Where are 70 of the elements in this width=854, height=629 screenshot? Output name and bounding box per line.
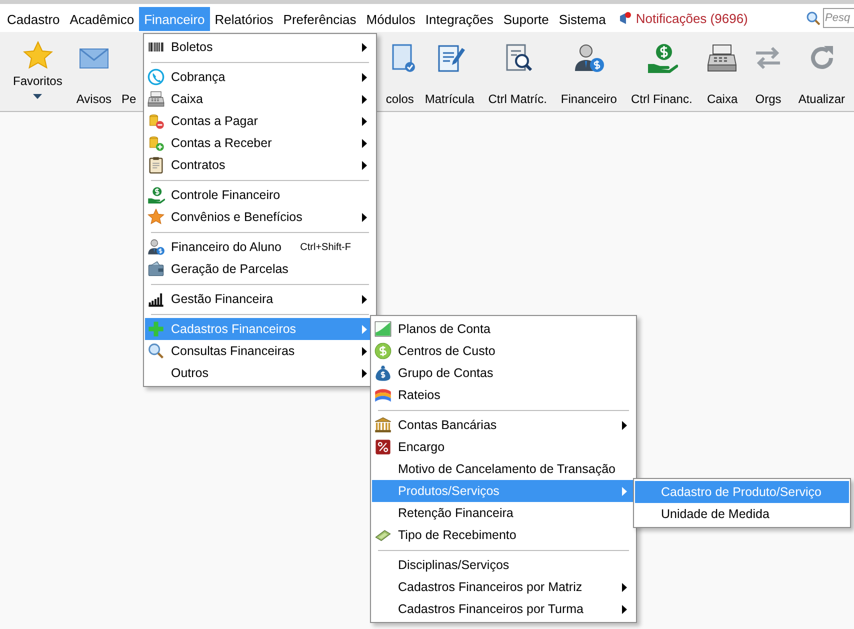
menu-item[interactable]: Tipo de Recebimento — [372, 524, 635, 546]
hand-dollar-icon — [646, 42, 678, 74]
menu-item[interactable]: Controle Financeiro — [145, 184, 375, 206]
menu-item[interactable]: Grupo de Contas — [372, 362, 635, 384]
menu-item[interactable]: Rateios — [372, 384, 635, 406]
hand-dollar-icon — [147, 186, 165, 204]
menu-item[interactable]: Cadastros Financeiros por Turma — [372, 598, 635, 620]
toolbar-button[interactable]: Favoritos — [6, 32, 70, 111]
area-chart-icon — [374, 320, 392, 338]
stripes-icon — [374, 386, 392, 404]
shortcut-label: Ctrl+Shift-F — [300, 242, 351, 252]
menu-item[interactable]: Disciplinas/Serviços — [372, 554, 635, 576]
dollar-coin-icon — [374, 342, 392, 360]
cash-register-icon — [147, 90, 165, 108]
notifications-link[interactable]: Notificações (9696) — [636, 10, 748, 26]
menu-item[interactable]: Consultas Financeiras — [145, 340, 375, 362]
toolbar-button[interactable]: Matrícula — [418, 32, 482, 111]
cash-register-icon — [706, 42, 738, 74]
menu-bar-item[interactable]: Acadêmico — [64, 7, 140, 31]
menu-item[interactable]: Encargo — [372, 436, 635, 458]
toolbar-button[interactable]: colos — [386, 32, 418, 111]
menu-bar-item[interactable]: Suporte — [498, 7, 554, 31]
menu-item[interactable]: Financeiro do Aluno Ctrl+Shift-F — [145, 236, 375, 258]
toolbar-button[interactable]: Atualizar — [791, 32, 852, 111]
toolbar-button[interactable]: Financeiro — [554, 32, 624, 111]
star-icon — [147, 208, 165, 226]
plus-icon — [147, 320, 165, 338]
toolbar-button[interactable]: Caixa — [699, 32, 746, 111]
menu-item[interactable]: Boletos — [145, 36, 375, 58]
toolbar-button[interactable]: Pe — [118, 32, 136, 111]
menu-item[interactable]: Gestão Financeira — [145, 288, 375, 310]
menu-bar-item[interactable]: Cadastro — [2, 7, 65, 31]
coins-minus-icon — [147, 112, 165, 130]
notification-icon — [618, 12, 631, 24]
toolbar-button[interactable]: Ctrl Financ. — [624, 32, 700, 111]
menu-bar-item[interactable]: Preferências — [278, 7, 362, 31]
percent-icon — [374, 438, 392, 456]
menu-item[interactable]: Unidade de Medida — [635, 503, 849, 525]
search-icon — [147, 342, 165, 360]
toolbar-button[interactable]: Avisos — [69, 32, 118, 111]
wallet-icon — [147, 260, 165, 278]
menu-bar-item[interactable]: Relatórios — [210, 7, 278, 31]
menu-item[interactable]: Contas a Pagar — [145, 110, 375, 132]
menu-item[interactable]: Centros de Custo — [372, 340, 635, 362]
search-icon — [806, 11, 820, 25]
menu-item[interactable]: Contas a Receber — [145, 132, 375, 154]
menu-bar-item[interactable]: Integrações — [420, 7, 498, 31]
phone-icon — [147, 68, 165, 86]
toolbar-button[interactable]: Orgs — [745, 32, 792, 111]
menu-bar-item[interactable]: Módulos — [361, 7, 420, 31]
menu-item[interactable]: Convênios e Benefícios — [145, 206, 375, 228]
menu-item[interactable]: Cadastros Financeiros por Matriz — [372, 576, 635, 598]
clipboard-icon — [147, 156, 165, 174]
menu-item[interactable]: Contratos — [145, 154, 375, 176]
coins-plus-icon — [147, 134, 165, 152]
person-dollar-icon — [572, 42, 605, 74]
person-dollar-icon — [147, 238, 165, 256]
menu-item[interactable]: Contas Bancárias — [372, 414, 635, 436]
menu-item[interactable]: Caixa — [145, 88, 375, 110]
menu-item[interactable]: Geração de Parcelas — [145, 258, 375, 280]
menu-item[interactable]: Motivo de Cancelamento de Transação — [372, 458, 635, 480]
menu-item[interactable]: Retenção Financeira — [372, 502, 635, 524]
menu-item[interactable]: Outros — [145, 362, 375, 384]
menu-item[interactable]: Cobrança — [145, 66, 375, 88]
money-bag-icon — [374, 364, 392, 382]
menu-bar-item[interactable]: Sistema — [554, 7, 611, 31]
search-field[interactable]: Pesq — [823, 8, 854, 28]
toolbar-button[interactable]: Ctrl Matríc. — [481, 32, 554, 111]
menu-item[interactable]: Planos de Conta — [372, 318, 635, 340]
bank-icon — [374, 416, 392, 434]
